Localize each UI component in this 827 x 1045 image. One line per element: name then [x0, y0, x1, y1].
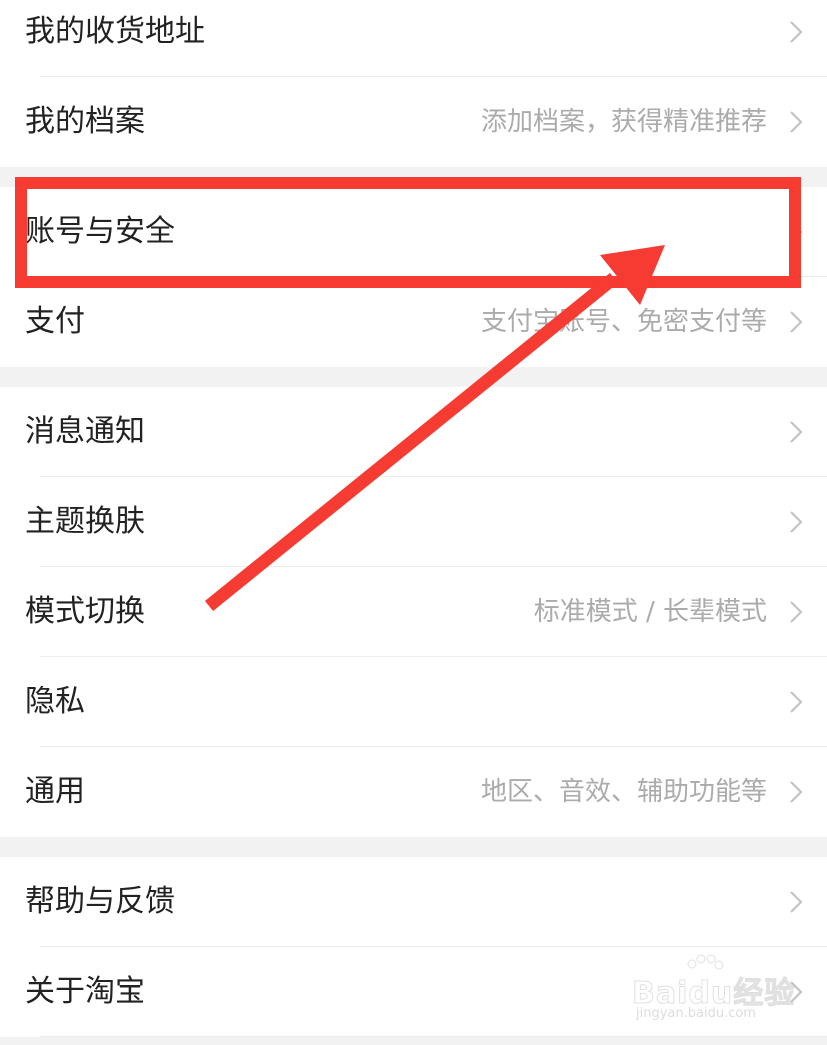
- settings-item-help-feedback[interactable]: 帮助与反馈: [0, 857, 827, 947]
- settings-group-account-info: 我的收货地址 我的档案 添加档案，获得精准推荐: [0, 0, 827, 167]
- settings-item-address[interactable]: 我的收货地址: [0, 0, 827, 77]
- settings-item-hint: 标准模式 / 长辈模式: [533, 597, 767, 627]
- chevron-right-icon: [789, 220, 803, 244]
- settings-group-security: 账号与安全 支付 支付宝账号、免密支付等: [0, 187, 827, 367]
- settings-item-label: 消息通知: [25, 414, 145, 449]
- settings-item-privacy[interactable]: 隐私: [0, 657, 827, 747]
- settings-item-label: 主题换肤: [25, 504, 145, 539]
- settings-item-label: 模式切换: [25, 594, 145, 629]
- chevron-right-icon: [789, 110, 803, 134]
- chevron-right-icon: [789, 420, 803, 444]
- chevron-right-icon: [789, 510, 803, 534]
- settings-item-label: 我的档案: [25, 104, 145, 139]
- settings-item-label: 通用: [25, 774, 85, 809]
- settings-item-general[interactable]: 通用 地区、音效、辅助功能等: [0, 747, 827, 837]
- settings-item-label: 关于淘宝: [25, 974, 145, 1009]
- watermark-url: jingyan.baidu.com: [636, 1006, 756, 1021]
- settings-item-hint: 地区、音效、辅助功能等: [480, 777, 767, 807]
- settings-item-label: 我的收货地址: [25, 14, 205, 49]
- settings-item-payment[interactable]: 支付 支付宝账号、免密支付等: [0, 277, 827, 367]
- settings-item-profile[interactable]: 我的档案 添加档案，获得精准推荐: [0, 77, 827, 167]
- row-divider: [40, 1036, 827, 1037]
- settings-item-hint: 添加档案，获得精准推荐: [480, 107, 767, 137]
- settings-item-hint: 支付宝账号、免密支付等: [480, 307, 767, 337]
- chevron-right-icon: [789, 890, 803, 914]
- chevron-right-icon: [789, 20, 803, 44]
- settings-item-label: 隐私: [25, 684, 85, 719]
- settings-item-label: 支付: [25, 304, 85, 339]
- chevron-right-icon: [789, 780, 803, 804]
- settings-page: 我的收货地址 我的档案 添加档案，获得精准推荐 账号与安全 支付 支付宝账号、免…: [0, 0, 827, 1045]
- settings-item-mode-switch[interactable]: 模式切换 标准模式 / 长辈模式: [0, 567, 827, 657]
- settings-item-label: 账号与安全: [25, 214, 175, 249]
- settings-item-notifications[interactable]: 消息通知: [0, 387, 827, 477]
- chevron-right-icon: [789, 310, 803, 334]
- settings-item-theme[interactable]: 主题换肤: [0, 477, 827, 567]
- baidu-jingyan-watermark: Baidu经验 jingyan.baidu.com: [631, 954, 795, 1028]
- settings-item-account-security[interactable]: 账号与安全: [0, 187, 827, 277]
- chevron-right-icon: [789, 690, 803, 714]
- settings-item-label: 帮助与反馈: [25, 884, 175, 919]
- settings-group-preferences: 消息通知 主题换肤 模式切换 标准模式 / 长辈模式 隐私 通用 地区、音效、辅…: [0, 387, 827, 837]
- chevron-right-icon: [789, 600, 803, 624]
